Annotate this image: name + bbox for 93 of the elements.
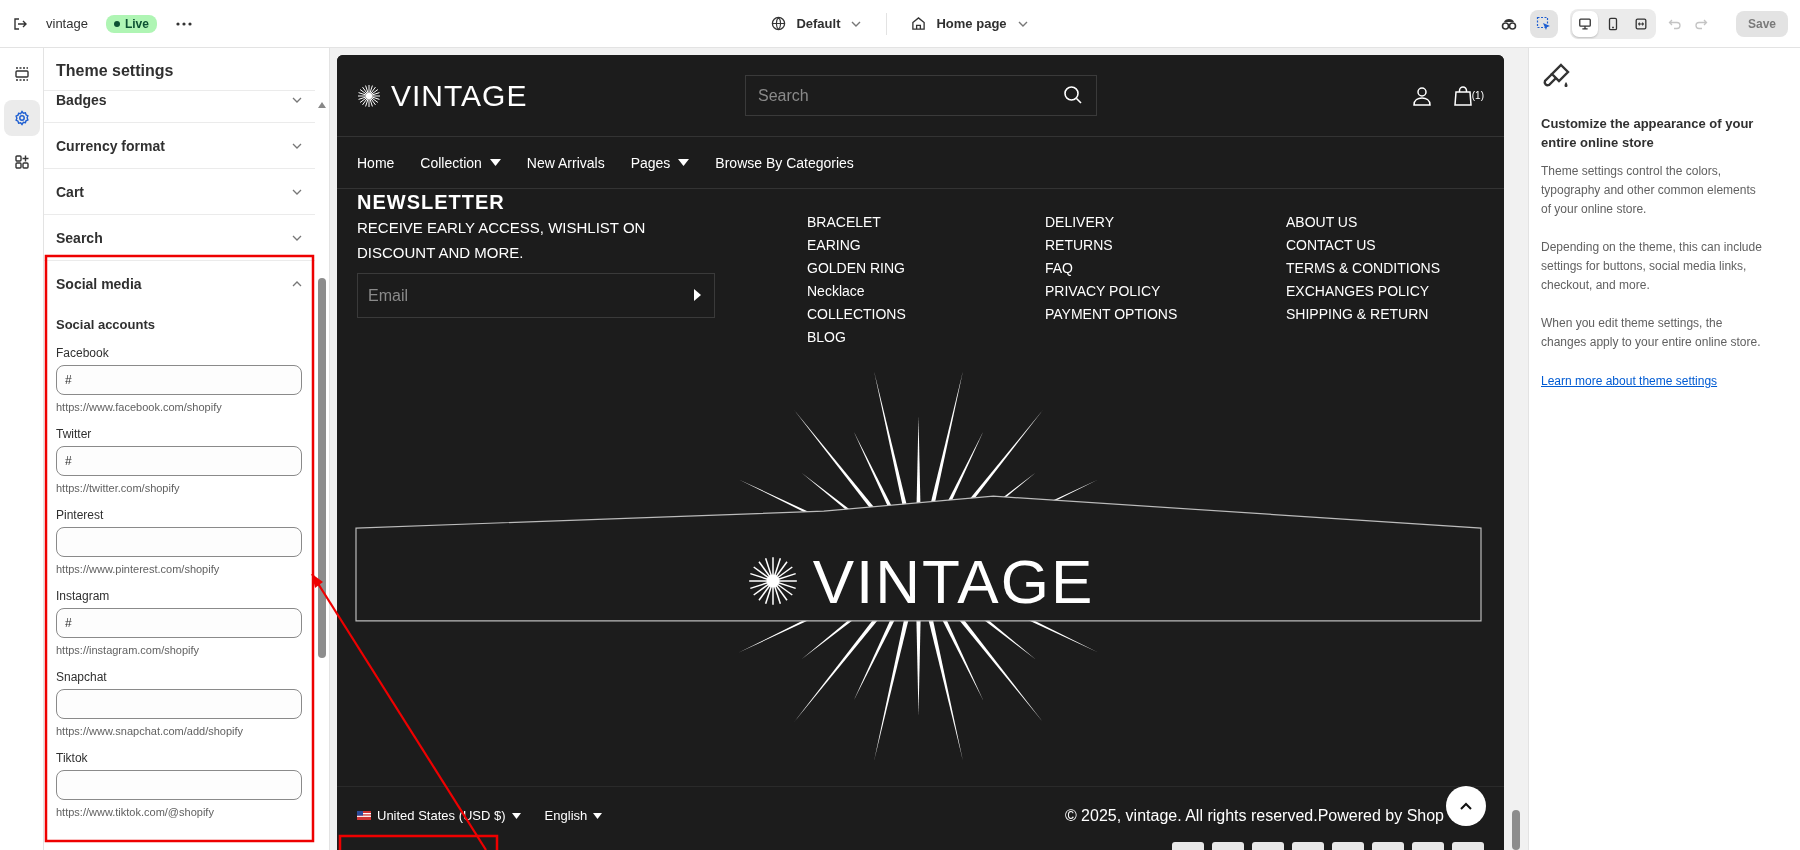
banner-logo: VINTAGE <box>812 545 1095 617</box>
scrollbar-thumb[interactable] <box>318 278 326 658</box>
theme-selector[interactable]: Default <box>765 12 869 35</box>
footer-link[interactable]: FAQ <box>1045 259 1286 277</box>
scroll-up-icon[interactable] <box>318 102 326 108</box>
chevron-down-icon <box>850 19 863 28</box>
footer-link[interactable]: EARING <box>807 236 1045 254</box>
caret-icon <box>678 159 690 166</box>
cursor-select-icon <box>1535 15 1552 32</box>
footer-link[interactable]: RETURNS <box>1045 236 1286 254</box>
footer-link[interactable]: TERMS & CONDITIONS <box>1286 259 1440 277</box>
exit-icon[interactable] <box>12 15 28 32</box>
sunburst-logo-icon <box>357 83 381 108</box>
field-help-text: https://www.tiktok.com/@shopify <box>56 806 215 818</box>
url-input[interactable] <box>56 527 302 557</box>
search-icon[interactable] <box>1063 85 1083 105</box>
caret-icon <box>593 812 603 819</box>
url-input[interactable]: # <box>56 608 302 638</box>
page-selector[interactable]: Home page <box>905 12 1035 35</box>
footer-link[interactable]: SHIPPING & RETURN <box>1286 305 1440 323</box>
info-paragraph: Depending on the theme, this can include settings for buttons, social media links, checkout, and more. <box>1541 239 1763 294</box>
shopping-bag-icon[interactable] <box>1453 85 1472 106</box>
settings-icon <box>13 110 30 126</box>
url-input[interactable] <box>56 770 302 800</box>
field-label: Instagram <box>56 589 111 603</box>
footer-link[interactable]: COLLECTIONS <box>807 305 1045 323</box>
nav-link[interactable]: Home <box>357 154 395 171</box>
store-search-field[interactable]: Search <box>745 75 1097 116</box>
chevron-up-icon <box>291 280 303 288</box>
footer-link[interactable]: DELIVERY <box>1045 213 1286 231</box>
field-label: Pinterest <box>56 508 105 522</box>
inspector-button[interactable] <box>1529 9 1558 38</box>
scroll-to-top-button[interactable] <box>1446 786 1486 826</box>
store-name: vintage <box>46 16 88 31</box>
nav-link[interactable]: Pages <box>630 154 690 171</box>
device-toggle[interactable] <box>1571 10 1598 37</box>
section-subheading: Social accounts <box>56 317 156 332</box>
language-selector[interactable]: English <box>544 808 603 823</box>
chevron-down-icon <box>291 233 303 242</box>
info-heading: Customize the appearance of your entire online store <box>1541 115 1755 152</box>
footer-link[interactable]: BRACELET <box>807 213 1045 231</box>
flag-icon <box>357 811 371 820</box>
newsletter-text: RECEIVE EARLY ACCESS, WISHLIST ON DISCOUNT AND MORE. <box>357 218 647 263</box>
learn-more-link[interactable]: Learn more about theme settings <box>1541 374 1718 388</box>
nav-link[interactable]: Collection <box>420 154 501 171</box>
nav-link[interactable]: Browse By Categories <box>715 154 854 171</box>
footer-link[interactable]: PAYMENT OPTIONS <box>1045 305 1286 323</box>
copyright-text: © 2025, vintage. All rights reserved.Powered by Shop <box>1064 806 1444 825</box>
home-icon <box>911 16 927 31</box>
chevron-down-icon <box>291 95 303 104</box>
footer-link[interactable]: Necklace <box>807 282 1045 300</box>
chevron-up-icon <box>1459 801 1473 811</box>
preview-scrollbar-thumb[interactable] <box>1512 810 1520 850</box>
chevron-down-icon <box>291 187 303 196</box>
store-logo[interactable]: VINTAGE <box>391 78 528 113</box>
field-help-text: https://instagram.com/shopify <box>56 644 201 656</box>
newsletter-heading: NEWSLETTER <box>357 191 506 213</box>
field-label: Snapchat <box>56 670 108 684</box>
cart-count: (1) <box>1471 90 1484 101</box>
submit-arrow-icon[interactable] <box>693 289 701 301</box>
footer-link[interactable]: PRIVACY POLICY <box>1045 282 1286 300</box>
globe-icon <box>771 16 787 31</box>
more-icon[interactable] <box>174 20 193 27</box>
url-input[interactable]: # <box>56 446 302 476</box>
email-field[interactable]: Email <box>357 273 715 318</box>
footer-link[interactable]: EXCHANGES POLICY <box>1286 282 1440 300</box>
chevron-down-icon <box>291 141 303 150</box>
url-input[interactable] <box>56 689 302 719</box>
settings-button[interactable] <box>3 100 40 136</box>
footer-link[interactable]: GOLDEN RING <box>807 259 1045 277</box>
account-icon[interactable] <box>1411 85 1432 106</box>
field-help-text: https://twitter.com/shopify <box>56 482 181 494</box>
footer-link[interactable]: CONTACT US <box>1286 236 1440 254</box>
field-help-text: https://www.snapchat.com/add/shopify <box>56 725 245 737</box>
field-label: Tiktok <box>56 751 89 765</box>
field-help-text: https://www.pinterest.com/shopify <box>56 563 221 575</box>
field-help-text: https://www.facebook.com/shopify <box>56 401 223 413</box>
settings-section[interactable]: Badges <box>44 91 315 123</box>
caret-icon <box>489 159 501 166</box>
status-badge: Live <box>105 14 157 33</box>
footer-link[interactable]: BLOG <box>807 328 1045 346</box>
url-input[interactable]: # <box>56 365 302 395</box>
caret-icon <box>511 812 521 819</box>
field-label: Twitter <box>56 427 93 441</box>
apps-icon <box>13 154 30 170</box>
info-paragraph: When you edit theme settings, the changes apply to your entire online store. <box>1541 315 1762 351</box>
footer-link[interactable]: ABOUT US <box>1286 213 1440 231</box>
nav-link[interactable]: New Arrivals <box>526 154 605 171</box>
field-label: Facebook <box>56 346 110 360</box>
chevron-down-icon <box>1016 19 1029 28</box>
info-paragraph: Theme settings control the colors, typography and other common elements of your online store. <box>1541 163 1757 218</box>
sunburst-logo-icon <box>746 555 799 607</box>
sections-icon <box>13 66 30 82</box>
